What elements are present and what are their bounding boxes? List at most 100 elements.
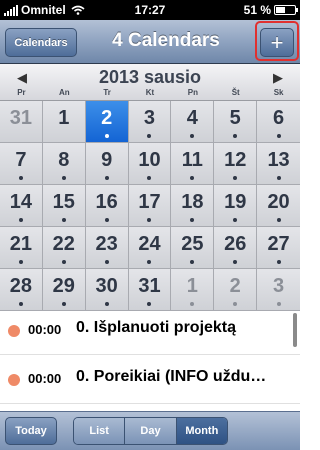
today-button[interactable]: Today xyxy=(5,417,57,445)
day-cell[interactable]: 3 xyxy=(128,101,172,143)
add-event-button[interactable]: + xyxy=(260,28,294,57)
day-cell[interactable]: 4 xyxy=(171,101,215,143)
calendars-button[interactable]: Calendars xyxy=(5,28,77,57)
event-indicator-dot xyxy=(190,260,195,264)
event-time: 00:00 xyxy=(28,371,62,386)
calendar-color-dot xyxy=(8,374,20,386)
day-number: 8 xyxy=(58,149,70,171)
day-cell[interactable]: 14 xyxy=(0,185,43,227)
day-cell[interactable]: 23 xyxy=(85,227,129,269)
event-indicator-dot xyxy=(104,134,109,138)
calendar-color-dot xyxy=(8,325,20,337)
day-number: 28 xyxy=(9,275,33,297)
event-indicator-dot xyxy=(18,302,23,306)
weekday-label: Tr xyxy=(103,88,111,97)
day-number: 27 xyxy=(267,233,290,255)
event-row[interactable]: 00:00 0. Poreikiai (INFO uždu… xyxy=(0,357,300,404)
day-cell[interactable]: 13 xyxy=(257,143,300,185)
status-right: 51 % xyxy=(243,3,298,17)
event-title: 0. Poreikiai (INFO uždu… xyxy=(76,368,267,385)
view-month-button[interactable]: Month xyxy=(176,418,227,444)
weekday-label: Sk xyxy=(273,88,284,97)
day-number: 3 xyxy=(273,275,285,297)
day-cell[interactable]: 24 xyxy=(128,227,172,269)
day-cell[interactable]: 21 xyxy=(0,227,43,269)
selected-day-cell[interactable]: 2 xyxy=(85,101,129,143)
day-number: 15 xyxy=(52,191,75,213)
day-number: 25 xyxy=(181,233,204,255)
day-cell[interactable]: 31 xyxy=(128,269,172,311)
day-cell[interactable]: 8 xyxy=(42,143,86,185)
day-cell[interactable]: 10 xyxy=(128,143,172,185)
view-day-button[interactable]: Day xyxy=(125,418,177,444)
day-cell[interactable]: 26 xyxy=(214,227,258,269)
day-number: 11 xyxy=(181,149,203,171)
month-grid: 31 1 2 3 4 5 6 7 8 9 10 11 12 13 14 15 16 17 18 19 20 21 22 23 2… xyxy=(0,101,300,311)
navigation-bar: Calendars 4 Calendars + xyxy=(0,20,300,64)
event-indicator-dot xyxy=(233,302,238,306)
day-cell[interactable]: 31 xyxy=(0,101,43,143)
weekday-labels: Pr An Tr Kt Pn Št Sk xyxy=(0,88,300,97)
event-indicator-dot xyxy=(190,176,195,180)
event-indicator-dot xyxy=(147,218,152,222)
event-indicator-dot xyxy=(190,302,195,306)
day-cell[interactable]: 15 xyxy=(42,185,86,227)
weekday-label: Pn xyxy=(187,88,198,97)
next-month-icon[interactable]: ▶ xyxy=(273,70,283,86)
event-row[interactable]: 00:00 0. Išplanuoti projektą xyxy=(0,308,300,355)
day-cell[interactable]: 30 xyxy=(85,269,129,311)
day-number: 31 xyxy=(9,107,33,129)
day-number: 31 xyxy=(138,275,161,297)
event-indicator-dot xyxy=(190,134,195,138)
day-cell[interactable]: 17 xyxy=(128,185,172,227)
event-indicator-dot xyxy=(18,260,23,264)
day-cell[interactable]: 29 xyxy=(42,269,86,311)
event-indicator-dot xyxy=(147,302,152,306)
day-cell[interactable]: 18 xyxy=(171,185,215,227)
event-indicator-dot xyxy=(233,134,238,138)
day-number: 9 xyxy=(101,149,113,171)
day-cell[interactable]: 1 xyxy=(42,101,86,143)
event-indicator-dot xyxy=(233,176,238,180)
event-indicator-dot xyxy=(61,302,66,306)
view-segmented-control: List Day Month xyxy=(73,417,228,445)
battery-percent: 51 % xyxy=(243,3,271,17)
event-indicator-dot xyxy=(147,260,152,264)
day-cell[interactable]: 6 xyxy=(257,101,300,143)
day-cell[interactable]: 20 xyxy=(257,185,300,227)
day-number: 1 xyxy=(186,275,198,297)
day-number: 30 xyxy=(95,275,118,297)
day-cell[interactable]: 9 xyxy=(85,143,129,185)
day-number: 13 xyxy=(267,149,290,171)
day-cell[interactable]: 22 xyxy=(42,227,86,269)
event-indicator-dot xyxy=(61,260,66,264)
event-indicator-dot xyxy=(18,176,23,180)
bottom-toolbar: Today List Day Month xyxy=(0,411,300,450)
event-indicator-dot xyxy=(276,260,281,264)
day-cell[interactable]: 28 xyxy=(0,269,43,311)
day-cell[interactable]: 1 xyxy=(171,269,215,311)
day-cell[interactable]: 3 xyxy=(257,269,300,311)
battery-icon xyxy=(274,5,298,15)
day-cell[interactable]: 25 xyxy=(171,227,215,269)
day-number: 21 xyxy=(9,233,33,255)
day-number: 24 xyxy=(138,233,161,255)
day-number: 2 xyxy=(101,107,113,129)
month-title: 2013 sausio xyxy=(98,67,202,87)
view-list-button[interactable]: List xyxy=(74,418,126,444)
day-number: 1 xyxy=(58,107,70,129)
day-cell[interactable]: 16 xyxy=(85,185,129,227)
event-indicator-dot xyxy=(18,218,23,222)
weekday-label: Št xyxy=(231,88,240,97)
day-cell[interactable]: 11 xyxy=(171,143,215,185)
day-number: 20 xyxy=(267,191,290,213)
day-cell[interactable]: 5 xyxy=(214,101,258,143)
event-indicator-dot xyxy=(104,176,109,180)
day-cell[interactable]: 27 xyxy=(257,227,300,269)
day-cell[interactable]: 2 xyxy=(214,269,258,311)
day-cell[interactable]: 19 xyxy=(214,185,258,227)
day-number: 26 xyxy=(224,233,247,255)
day-cell[interactable]: 7 xyxy=(0,143,43,185)
event-indicator-dot xyxy=(190,218,195,222)
day-cell[interactable]: 12 xyxy=(214,143,258,185)
